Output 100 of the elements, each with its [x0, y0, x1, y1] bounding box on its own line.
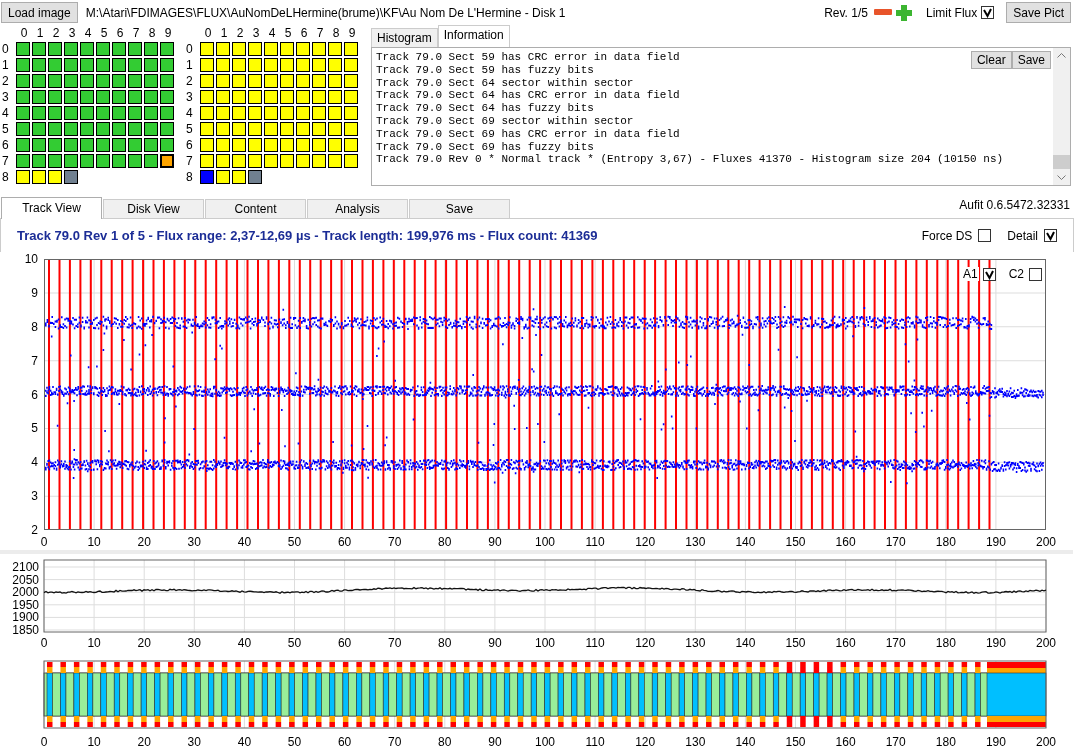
sector-cell[interactable]: [128, 106, 142, 120]
chevron-down-icon[interactable]: [1057, 175, 1066, 181]
sector-cell[interactable]: [80, 154, 94, 168]
sector-cell[interactable]: [216, 74, 230, 88]
sector-cell[interactable]: [112, 138, 126, 152]
sector-cell[interactable]: [32, 122, 46, 136]
scrollbar-thumb[interactable]: [1053, 155, 1070, 169]
sector-cell[interactable]: [144, 74, 158, 88]
sector-cell[interactable]: [296, 154, 310, 168]
sector-cell[interactable]: [80, 74, 94, 88]
sector-cell[interactable]: [16, 58, 30, 72]
sector-cell[interactable]: [80, 90, 94, 104]
sector-cell[interactable]: [344, 122, 358, 136]
sector-cell[interactable]: [296, 122, 310, 136]
sector-cell[interactable]: [280, 74, 294, 88]
sector-cell[interactable]: [216, 138, 230, 152]
view-tab[interactable]: Track View: [1, 197, 102, 219]
sector-cell[interactable]: [312, 90, 326, 104]
sector-cell[interactable]: [144, 90, 158, 104]
sector-cell[interactable]: [280, 138, 294, 152]
sector-cell[interactable]: [232, 90, 246, 104]
sector-cell[interactable]: [248, 58, 262, 72]
sector-cell[interactable]: [264, 42, 278, 56]
sector-cell[interactable]: [216, 170, 230, 184]
sector-cell[interactable]: [248, 74, 262, 88]
sector-cell[interactable]: [112, 106, 126, 120]
sector-cell[interactable]: [216, 154, 230, 168]
sector-cell[interactable]: [344, 154, 358, 168]
sector-cell[interactable]: [64, 138, 78, 152]
sector-cell[interactable]: [344, 58, 358, 72]
sector-cell[interactable]: [264, 74, 278, 88]
sector-cell[interactable]: [248, 106, 262, 120]
sector-cell[interactable]: [96, 122, 110, 136]
sector-cell[interactable]: [328, 90, 342, 104]
sector-cell[interactable]: [96, 154, 110, 168]
sector-cell[interactable]: [16, 42, 30, 56]
sector-cell[interactable]: [112, 90, 126, 104]
sector-cell[interactable]: [264, 154, 278, 168]
sector-cell[interactable]: [216, 106, 230, 120]
sector-cell[interactable]: [344, 106, 358, 120]
sector-cell[interactable]: [48, 154, 62, 168]
sector-cell[interactable]: [32, 138, 46, 152]
sector-cell[interactable]: [112, 74, 126, 88]
sector-cell[interactable]: [16, 74, 30, 88]
sector-cell[interactable]: [48, 122, 62, 136]
sector-cell[interactable]: [264, 138, 278, 152]
sector-cell[interactable]: [248, 170, 262, 184]
sector-cell[interactable]: [160, 58, 174, 72]
sector-cell[interactable]: [200, 106, 214, 120]
sector-cell[interactable]: [128, 58, 142, 72]
sector-cell[interactable]: [128, 154, 142, 168]
sector-cell[interactable]: [48, 42, 62, 56]
view-tab[interactable]: Save: [409, 199, 510, 218]
sector-cell[interactable]: [32, 106, 46, 120]
sector-cell[interactable]: [264, 90, 278, 104]
sector-cell[interactable]: [96, 42, 110, 56]
panel-tab[interactable]: Information: [437, 25, 510, 47]
sector-cell[interactable]: [144, 122, 158, 136]
sector-cell[interactable]: [280, 106, 294, 120]
sector-cell[interactable]: [48, 106, 62, 120]
sector-cell[interactable]: [128, 122, 142, 136]
sector-cell[interactable]: [64, 90, 78, 104]
sector-cell[interactable]: [144, 138, 158, 152]
sector-cell[interactable]: [200, 58, 214, 72]
sector-cell[interactable]: [328, 106, 342, 120]
sector-cell[interactable]: [48, 74, 62, 88]
sector-cell[interactable]: [280, 122, 294, 136]
sector-cell[interactable]: [328, 122, 342, 136]
sector-cell[interactable]: [32, 90, 46, 104]
sector-cell[interactable]: [328, 58, 342, 72]
sector-cell[interactable]: [64, 58, 78, 72]
sector-cell[interactable]: [96, 106, 110, 120]
sector-cell[interactable]: [80, 138, 94, 152]
sector-cell[interactable]: [200, 138, 214, 152]
sector-cell[interactable]: [200, 42, 214, 56]
checkbox[interactable]: [982, 267, 996, 281]
sector-cell[interactable]: [32, 170, 46, 184]
sector-cell[interactable]: [16, 138, 30, 152]
sector-cell[interactable]: [296, 138, 310, 152]
sector-cell[interactable]: [48, 170, 62, 184]
checkbox[interactable]: [978, 229, 992, 242]
checkbox[interactable]: [981, 6, 995, 19]
sector-cell[interactable]: [344, 74, 358, 88]
sector-cell[interactable]: [48, 58, 62, 72]
sector-cell[interactable]: [144, 106, 158, 120]
sector-cell[interactable]: [144, 42, 158, 56]
sector-cell[interactable]: [16, 170, 30, 184]
sector-cell[interactable]: [16, 122, 30, 136]
sector-cell[interactable]: [200, 154, 214, 168]
sector-cell[interactable]: [112, 42, 126, 56]
sector-cell[interactable]: [264, 58, 278, 72]
sector-cell[interactable]: [264, 122, 278, 136]
sector-cell[interactable]: [296, 90, 310, 104]
sector-cell[interactable]: [232, 122, 246, 136]
sector-cell[interactable]: [232, 138, 246, 152]
sector-cell[interactable]: [128, 138, 142, 152]
sector-cell[interactable]: [32, 42, 46, 56]
sector-cell[interactable]: [328, 42, 342, 56]
sector-cell[interactable]: [48, 90, 62, 104]
save-pict-button[interactable]: Save Pict: [1006, 2, 1071, 23]
